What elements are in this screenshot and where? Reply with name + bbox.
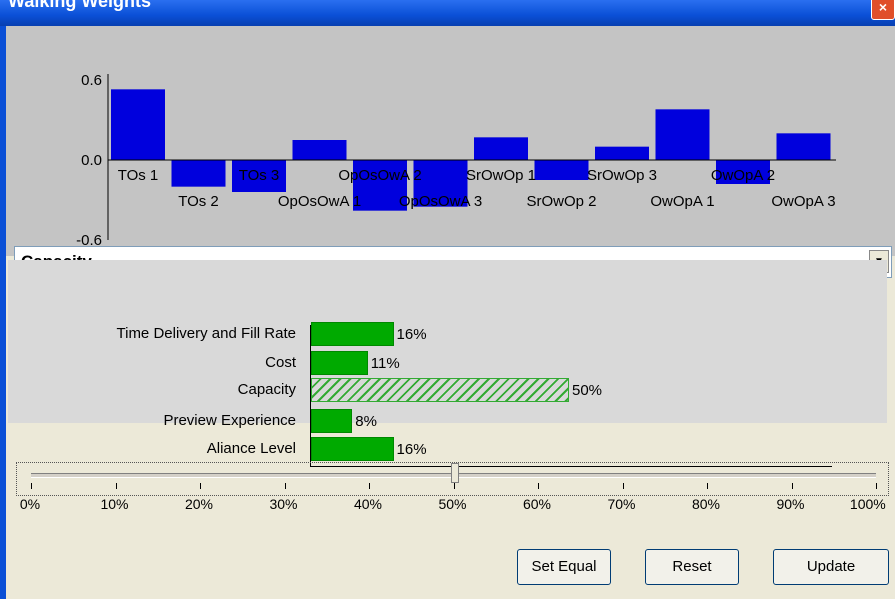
weight-label: Capacity [237,381,296,398]
chart-bar [776,133,831,160]
chart-bar [534,160,589,180]
chart-category-label: SrOwOp 3 [587,167,657,184]
chart-category-label: OwOpA 1 [650,193,714,210]
close-icon[interactable]: × [871,0,895,20]
slider-tick [622,483,624,489]
weight-label: Time Delivery and Fill Rate [116,325,297,342]
chart-y-tick-label: 0.6 [81,72,102,89]
weight-label: Aliance Level [206,440,296,457]
weight-percent: 11% [370,355,400,372]
chart-bar [655,109,710,160]
walking-weights-chart: 0.6 0.0 -0.6 TOs 1 TOs 2 TOs 3 OpOsOwA 1 OpOsOw… [6,26,895,256]
slider-tick [538,483,539,489]
weight-row[interactable]: Cost 11% [8,350,878,376]
slider-ticks [31,483,877,491]
window-title: Walking Weights [8,0,152,11]
weight-bar[interactable] [311,437,394,461]
chart-bar [474,137,528,160]
slider-tick-label: 20% [184,496,214,512]
slider-tick-label: 60% [522,496,552,512]
slider-tick [707,483,708,489]
weight-percent: 8% [355,413,377,430]
slider-tick-label: 80% [691,496,721,512]
chart-y-tick-label: 0.0 [81,152,102,169]
chart-svg: 0.60.0-0.6TOs 1TOs 2TOs 3OpOsOwA 1OpOsOw… [76,72,836,249]
slider-tick-label: 40% [353,496,383,512]
slider-tick [284,483,286,489]
slider-tick [453,483,455,489]
weight-percent: 50% [572,382,603,399]
chart-category-label: OwOpA 3 [771,193,835,210]
weights-panel: Time Delivery and Fill Rate 16% Cost 11% Cap… [8,260,887,467]
weight-percent: 16% [396,326,427,343]
weight-slider[interactable] [16,462,889,496]
slider-tick-label: 0% [19,496,41,512]
weight-label: Preview Experience [163,412,296,429]
slider-tick [200,483,201,489]
weight-label: Cost [265,354,296,371]
chart-category-label: TOs 1 [118,167,159,184]
weight-row[interactable]: Aliance Level 16% [8,436,878,462]
chart-category-label: SrOwOp 2 [526,193,596,210]
weight-row[interactable]: Preview Experience 8% [8,408,878,434]
weight-bar[interactable] [311,409,353,433]
weight-row[interactable]: Time Delivery and Fill Rate 16% [8,321,878,347]
slider-tick-label: 10% [100,496,129,512]
slider-tick [31,483,32,489]
slider-tick-label: 90% [776,496,805,512]
slider-tick [369,483,370,489]
weight-bar[interactable] [311,378,569,402]
slider-tick [115,483,117,489]
chart-bar [171,160,226,187]
chart-category-label: TOs 2 [178,193,219,210]
slider-tick-label: 70% [607,496,636,512]
chart-category-label: OwOpA 2 [711,167,775,184]
weights-y-axis [310,325,311,467]
chart-category-label: TOs 3 [239,167,280,184]
chart-category-label: SrOwOp 1 [466,167,536,184]
weight-bar[interactable] [311,322,394,346]
reset-button[interactable]: Reset [645,549,739,585]
slider-tick [876,483,877,489]
set-equal-button[interactable]: Set Equal [517,549,611,585]
chart-bar [595,146,649,160]
chart-category-label: OpOsOwA 3 [399,193,482,210]
chart-bar [111,89,165,160]
chart-bar [292,140,347,160]
chart-category-label: OpOsOwA 2 [338,167,421,184]
weight-percent: 16% [396,441,427,458]
weight-row[interactable]: Capacity 50% [8,377,878,403]
weight-bar[interactable] [311,351,368,375]
chart-category-label: OpOsOwA 1 [278,193,361,210]
slider-tick-label: 100% [849,496,886,512]
slider-tick [791,483,793,489]
slider-tick-label: 50% [438,496,467,512]
update-button[interactable]: Update [773,549,889,585]
slider-thumb[interactable] [450,463,459,483]
slider-tick-label: 30% [269,496,298,512]
title-bar: Walking Weights × [0,0,895,26]
